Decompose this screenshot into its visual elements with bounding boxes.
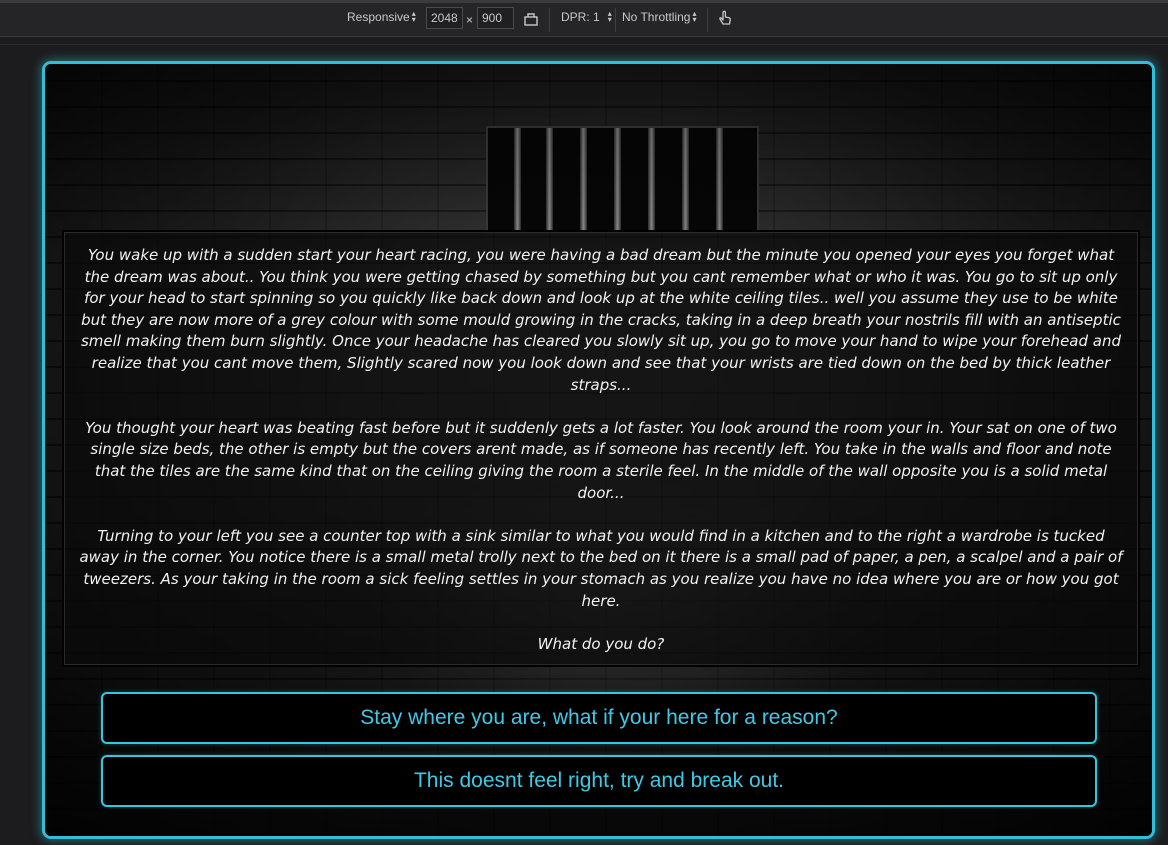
story-paragraph: You wake up with a sudden start your hea… [80,246,1121,394]
viewport-height-input[interactable]: 900 [477,7,514,29]
touch-simulation-icon[interactable] [716,9,734,27]
device-select[interactable]: Responsive ▴ ▾ [347,9,416,25]
story-text-box: You wake up with a sudden start your hea… [62,230,1140,667]
select-caret-icon: ▴ ▾ [692,9,697,24]
device-select-label: Responsive [347,10,410,24]
game-container: You wake up with a sudden start your hea… [42,61,1155,839]
viewport-width-input[interactable]: 2048 [426,7,463,29]
story-paragraph: You thought your heart was beating fast … [85,418,1117,502]
throttling-select-label: No Throttling [622,10,691,24]
dpr-select-label: DPR: 1 [561,10,600,24]
story-paragraph: Turning to your left you see a counter t… [79,526,1123,610]
story-prompt: What do you do? [537,634,665,653]
toolbar-divider [615,8,616,32]
throttling-select[interactable]: No Throttling ▴ ▾ [622,9,697,25]
toolbar-divider [707,8,708,32]
choice-button-stay[interactable]: Stay where you are, what if your here fo… [101,692,1097,744]
select-caret-icon: ▴ ▾ [607,9,612,24]
viewport-ruler-line [0,44,1168,45]
dimension-separator: × [466,13,474,27]
choice-button-break-out[interactable]: This doesnt feel right, try and break ou… [101,755,1097,807]
select-caret-icon: ▴ ▾ [411,9,416,24]
devtools-device-toolbar: Responsive ▴ ▾ 2048 × 900 DPR: 1 ▴ ▾ No Th… [0,0,1168,37]
dpr-select[interactable]: DPR: 1 ▴ ▾ [561,9,612,25]
toolbar-divider [549,8,550,32]
rotate-icon[interactable] [522,9,540,27]
